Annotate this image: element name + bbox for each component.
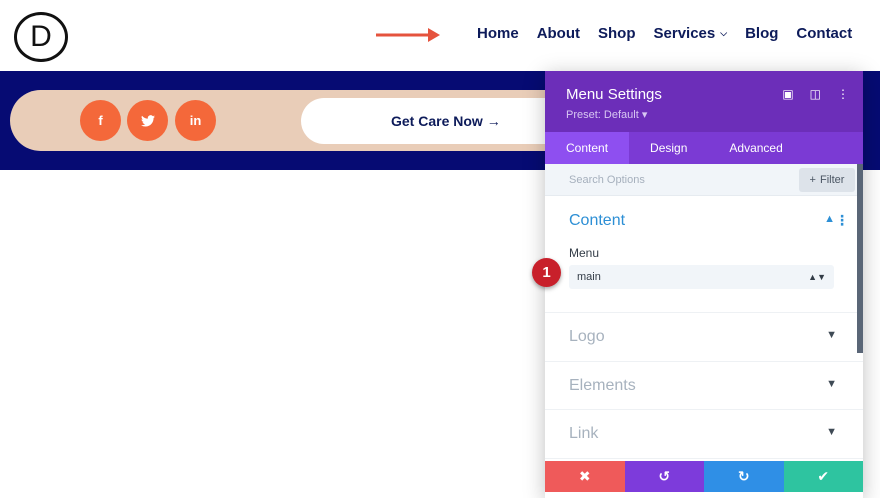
undo-button[interactable]: ↺: [624, 461, 704, 492]
section-content-title[interactable]: Content: [569, 212, 625, 230]
site-header: D Home About Shop Services ⌵ Blog Contact: [0, 0, 880, 71]
close-icon: ✖: [578, 468, 591, 484]
tab-design[interactable]: Design: [629, 132, 708, 164]
split-view-icon[interactable]: ◫: [810, 87, 821, 101]
section-elements[interactable]: Elements ▼: [545, 362, 863, 410]
redo-icon: ↻: [737, 468, 750, 484]
chevron-down-icon: ▼: [826, 426, 837, 438]
nav-item-shop[interactable]: Shop: [598, 25, 636, 42]
search-options-row: Search Options + Filter: [545, 164, 863, 196]
twitter-icon[interactable]: [127, 100, 168, 141]
plus-icon: +: [809, 174, 816, 186]
more-options-icon[interactable]: ⋮: [837, 87, 849, 101]
tab-advanced[interactable]: Advanced: [708, 132, 803, 164]
section-content: Content ▲ ⋮ Menu main ▲▼: [545, 196, 863, 313]
panel-footer: ✖ ↺ ↻ ✔: [545, 461, 863, 492]
nav-item-about[interactable]: About: [537, 25, 580, 42]
twitter-bird-icon: [140, 114, 155, 127]
chevron-down-icon: ▼: [826, 377, 837, 390]
chevron-down-icon: ▼: [826, 329, 837, 341]
nav-item-home[interactable]: Home: [477, 25, 519, 42]
check-icon: ✔: [817, 468, 830, 484]
section-elements-title: Elements: [569, 376, 636, 394]
nav-item-blog[interactable]: Blog: [745, 25, 778, 42]
step-badge: 1: [532, 258, 561, 287]
facebook-icon[interactable]: f: [80, 100, 121, 141]
section-logo[interactable]: Logo ▼: [545, 313, 863, 362]
undo-icon: ↺: [658, 468, 671, 484]
linkedin-icon[interactable]: in: [175, 100, 216, 141]
filter-button[interactable]: + Filter: [799, 168, 855, 192]
menu-select[interactable]: main ▲▼: [569, 265, 834, 289]
menu-settings-panel: Menu Settings Preset: Default ▾ ▣ ◫ ⋮ Co…: [545, 71, 863, 498]
chevron-down-icon: ⌵: [720, 28, 728, 38]
panel-tabs: Content Design Advanced: [545, 132, 863, 164]
panel-title: Menu Settings: [566, 86, 662, 103]
save-button[interactable]: ✔: [783, 461, 863, 492]
menu-field-label: Menu: [569, 246, 600, 260]
tab-content[interactable]: Content: [545, 132, 630, 164]
select-arrows-icon: ▲▼: [808, 272, 826, 282]
fullscreen-icon[interactable]: ▣: [782, 87, 793, 101]
redo-button[interactable]: ↻: [704, 461, 784, 492]
panel-header: Menu Settings Preset: Default ▾ ▣ ◫ ⋮: [545, 71, 863, 132]
search-options-input[interactable]: Search Options: [569, 174, 645, 186]
pointer-arrow-icon: [376, 28, 440, 42]
close-button[interactable]: ✖: [545, 461, 625, 492]
nav-item-contact[interactable]: Contact: [796, 25, 852, 42]
nav-item-services[interactable]: Services ⌵: [654, 25, 728, 42]
section-link[interactable]: Link ▼: [545, 410, 863, 459]
preset-dropdown[interactable]: Preset: Default ▾: [566, 108, 647, 121]
chevron-up-icon[interactable]: ▲: [824, 213, 835, 225]
section-logo-title: Logo: [569, 328, 605, 345]
site-logo[interactable]: D: [14, 12, 68, 62]
section-link-title: Link: [569, 425, 599, 442]
panel-scrollbar[interactable]: [857, 164, 863, 353]
main-nav: Home About Shop Services ⌵ Blog Contact: [477, 25, 852, 42]
section-options-icon[interactable]: ⋮: [835, 212, 849, 229]
